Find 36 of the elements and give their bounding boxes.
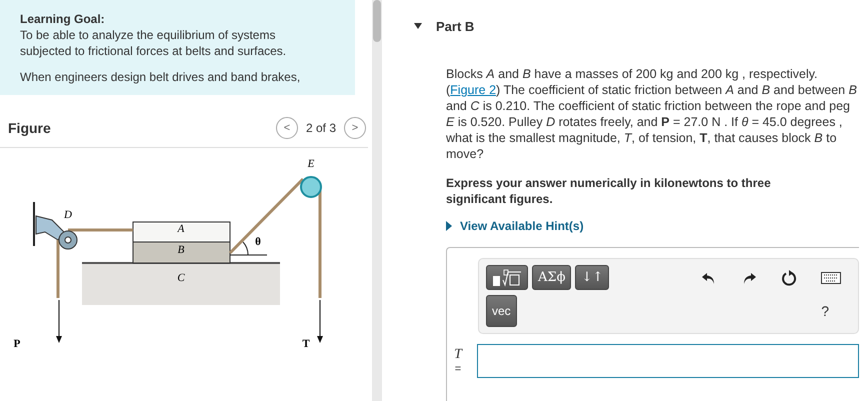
answer-input-field[interactable] [477,344,859,378]
figure-title: Figure [8,120,51,136]
redo-icon[interactable] [741,270,757,284]
root-template-icon [492,268,522,286]
figure-counter: 2 of 3 [306,121,336,135]
vector-button[interactable]: vec [486,295,517,327]
diagram-label: D [64,209,72,221]
intro-paragraph: When engineers design belt drives and band brakes, [20,69,302,85]
scrollbar-thumb[interactable] [373,0,381,42]
figure-link[interactable]: Figure 2 [450,83,496,97]
learning-goal-heading: Learning Goal: [20,12,106,26]
answer-variable: T [454,347,462,363]
problem-text: Blocks A and B have a masses of 200 kg and 200 kg , respectively.(Figure 2) The coefficient of static friction between A and B and between B and C is 0.210. The coefficient of static friction between the rope and peg E is 0.520. Pulley D rotates freely, and P = 27.0 N . If θ = 45.0 degrees , what is the smallest magnitude, T, of tension, T, that causes block B to move? [446,66,858,162]
help-button[interactable]: ? [821,303,829,319]
keyboard-icon[interactable] [821,272,841,284]
collapse-triangle-icon[interactable] [414,23,422,29]
reset-icon[interactable] [781,270,797,286]
instruction-text: Express your answer numerically in kilonewtons to three significant figures. [446,175,772,207]
equals-sign: = [454,363,462,375]
diagram-label: A [178,223,184,235]
symbol-button[interactable]: ΑΣϕ [532,265,572,290]
diagram-label: P [14,338,20,350]
template-button[interactable] [486,265,528,290]
learning-goal-text: To be able to analyze the equilibrium of systems subjected to frictional forces at belts and surfaces. [20,27,288,59]
undo-icon[interactable] [701,270,717,284]
symbol-button[interactable]: ↓↑ [575,265,610,290]
diagram-label: T [302,338,310,350]
diagram-label: E [308,158,314,170]
next-figure-button[interactable]: > [344,117,366,139]
expand-triangle-icon[interactable] [446,221,452,231]
diagram-label: θ [255,236,261,248]
diagram-label: C [177,272,185,284]
part-title[interactable]: Part B [436,18,474,34]
diagram-label: B [178,244,184,256]
previous-figure-button[interactable]: < [276,117,298,139]
hint-link[interactable]: View Available Hint(s) [460,219,584,233]
